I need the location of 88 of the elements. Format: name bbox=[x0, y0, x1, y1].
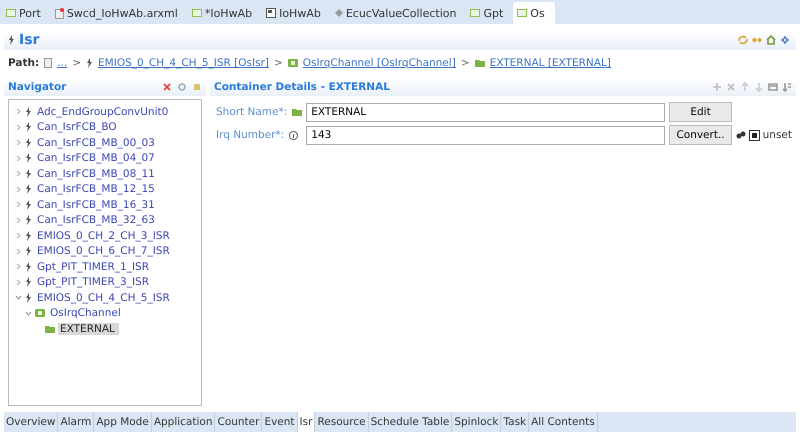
editor-tab[interactable]: Swcd_IoHwAb.arxml bbox=[50, 2, 188, 24]
lightning-icon bbox=[25, 262, 32, 272]
link-icon bbox=[736, 131, 746, 139]
close-icon[interactable] bbox=[162, 82, 172, 92]
editor-tab[interactable]: Os bbox=[513, 2, 555, 24]
path-link[interactable]: OsIrqChannel [OsIrqChannel] bbox=[302, 57, 456, 69]
panel-title: Container Details - EXTERNAL bbox=[214, 81, 390, 93]
link-arrows-icon[interactable] bbox=[752, 35, 762, 45]
page-tab[interactable]: Spinlock bbox=[452, 412, 502, 432]
tree-item[interactable]: Can_IsrFCB_MB_04_07 bbox=[35, 152, 159, 164]
delete-icon[interactable] bbox=[726, 82, 736, 92]
lightning-icon bbox=[25, 230, 32, 241]
info-icon bbox=[289, 130, 298, 140]
editor-tab[interactable]: Port bbox=[2, 2, 51, 24]
home-icon[interactable] bbox=[766, 35, 776, 45]
page-tab[interactable]: Schedule Table bbox=[368, 412, 452, 432]
tree-item[interactable]: Can_IsrFCB_MB_16_31 bbox=[35, 198, 159, 211]
add-icon[interactable] bbox=[712, 82, 722, 92]
tree-item[interactable]: Can_IsrFCB_BO bbox=[35, 121, 121, 134]
document-icon bbox=[44, 58, 52, 68]
field-label: Irq Number*: bbox=[216, 129, 284, 141]
text-field[interactable]: 143 bbox=[306, 126, 666, 144]
lightning-icon bbox=[25, 153, 32, 164]
path-link[interactable]: EMIOS_0_CH_4_CH_5_ISR [OsIsr] bbox=[98, 57, 269, 69]
file-icon bbox=[54, 8, 64, 18]
field-button[interactable]: Convert.. bbox=[669, 125, 732, 145]
unset-checkbox[interactable] bbox=[748, 130, 760, 140]
text-field[interactable]: EXTERNAL bbox=[306, 102, 666, 122]
path-separator: > bbox=[274, 57, 283, 69]
path-link[interactable]: EXTERNAL [EXTERNAL] bbox=[490, 57, 611, 69]
tree-item[interactable]: Can_IsrFCB_MB_32_63 bbox=[35, 214, 159, 226]
tree-item[interactable]: Gpt_PIT_TIMER_3_ISR bbox=[35, 276, 153, 288]
page-tab[interactable]: All Contents bbox=[529, 412, 598, 432]
editor-tab[interactable]: IoHwAb bbox=[262, 2, 331, 24]
module-icon bbox=[470, 9, 480, 17]
tree-item[interactable]: Can_IsrFCB_MB_00_03 bbox=[35, 136, 159, 149]
up-arrow-icon[interactable] bbox=[740, 82, 750, 92]
panel-title: Navigator bbox=[8, 81, 66, 93]
page-tab[interactable]: Overview bbox=[4, 412, 58, 432]
lightning-icon bbox=[25, 168, 32, 179]
editor-tab[interactable]: *IoHwAb bbox=[188, 2, 262, 24]
tree-item[interactable]: OsIrqChannel bbox=[48, 307, 125, 320]
lightning-icon bbox=[25, 184, 32, 194]
page-tab[interactable]: Counter bbox=[215, 412, 262, 432]
tree-item[interactable]: EMIOS_0_CH_4_CH_5_ISR bbox=[35, 292, 174, 304]
down-arrow-icon[interactable] bbox=[754, 82, 764, 92]
tree-item[interactable]: Adc_EndGroupConvUnit0 bbox=[35, 106, 172, 118]
page-tab[interactable]: Resource bbox=[315, 412, 369, 432]
lightning-icon bbox=[25, 200, 32, 210]
page-tab[interactable]: Task bbox=[501, 412, 530, 432]
page-tab[interactable]: Alarm bbox=[58, 412, 94, 432]
lightning-icon bbox=[25, 277, 32, 288]
sync-icon[interactable] bbox=[738, 35, 748, 45]
path-label: Path: bbox=[8, 57, 40, 69]
tree-item[interactable]: EMIOS_0_CH_6_CH_7_ISR bbox=[35, 245, 174, 258]
sort-icon[interactable] bbox=[782, 82, 792, 92]
editor-tab[interactable]: Gpt bbox=[466, 2, 514, 24]
lightning-icon bbox=[25, 138, 32, 148]
lightning-icon bbox=[25, 106, 32, 117]
lightning-icon bbox=[25, 215, 32, 226]
tree-item[interactable]: Can_IsrFCB_MB_08_11 bbox=[35, 168, 159, 180]
editor-tab[interactable]: EcucValueCollection bbox=[330, 2, 466, 24]
path-separator: > bbox=[460, 57, 470, 69]
table-icon[interactable] bbox=[768, 82, 778, 92]
checkbox-label: unset bbox=[762, 129, 792, 141]
editor-title: Isr bbox=[19, 32, 40, 48]
lightning-icon bbox=[25, 292, 32, 303]
page-tab[interactable]: Isr bbox=[298, 412, 316, 432]
field-label: Short Name*: bbox=[216, 106, 288, 118]
diamond-icon bbox=[334, 9, 343, 17]
tree-item[interactable]: Gpt_PIT_TIMER_1_ISR bbox=[35, 260, 153, 273]
lightning-icon bbox=[25, 246, 32, 256]
path-separator: > bbox=[72, 57, 82, 69]
field-button[interactable]: Edit bbox=[669, 102, 732, 122]
page-tab[interactable]: Application bbox=[152, 412, 216, 432]
module-icon bbox=[517, 9, 528, 17]
lightning-icon bbox=[8, 35, 15, 45]
lightning-icon bbox=[86, 58, 94, 68]
page-tab[interactable]: App Mode bbox=[94, 412, 152, 432]
menu-icon[interactable] bbox=[192, 82, 202, 92]
document-icon bbox=[266, 8, 276, 18]
module-icon bbox=[192, 9, 202, 17]
tree-item[interactable]: EMIOS_0_CH_2_CH_3_ISR bbox=[35, 230, 174, 242]
module-icon bbox=[6, 9, 16, 17]
path-link[interactable]: ... bbox=[57, 57, 68, 69]
tree-item[interactable]: Can_IsrFCB_MB_12_15 bbox=[35, 183, 159, 196]
tree-item[interactable]: EXTERNAL bbox=[58, 322, 119, 335]
lightning-icon bbox=[25, 122, 32, 132]
